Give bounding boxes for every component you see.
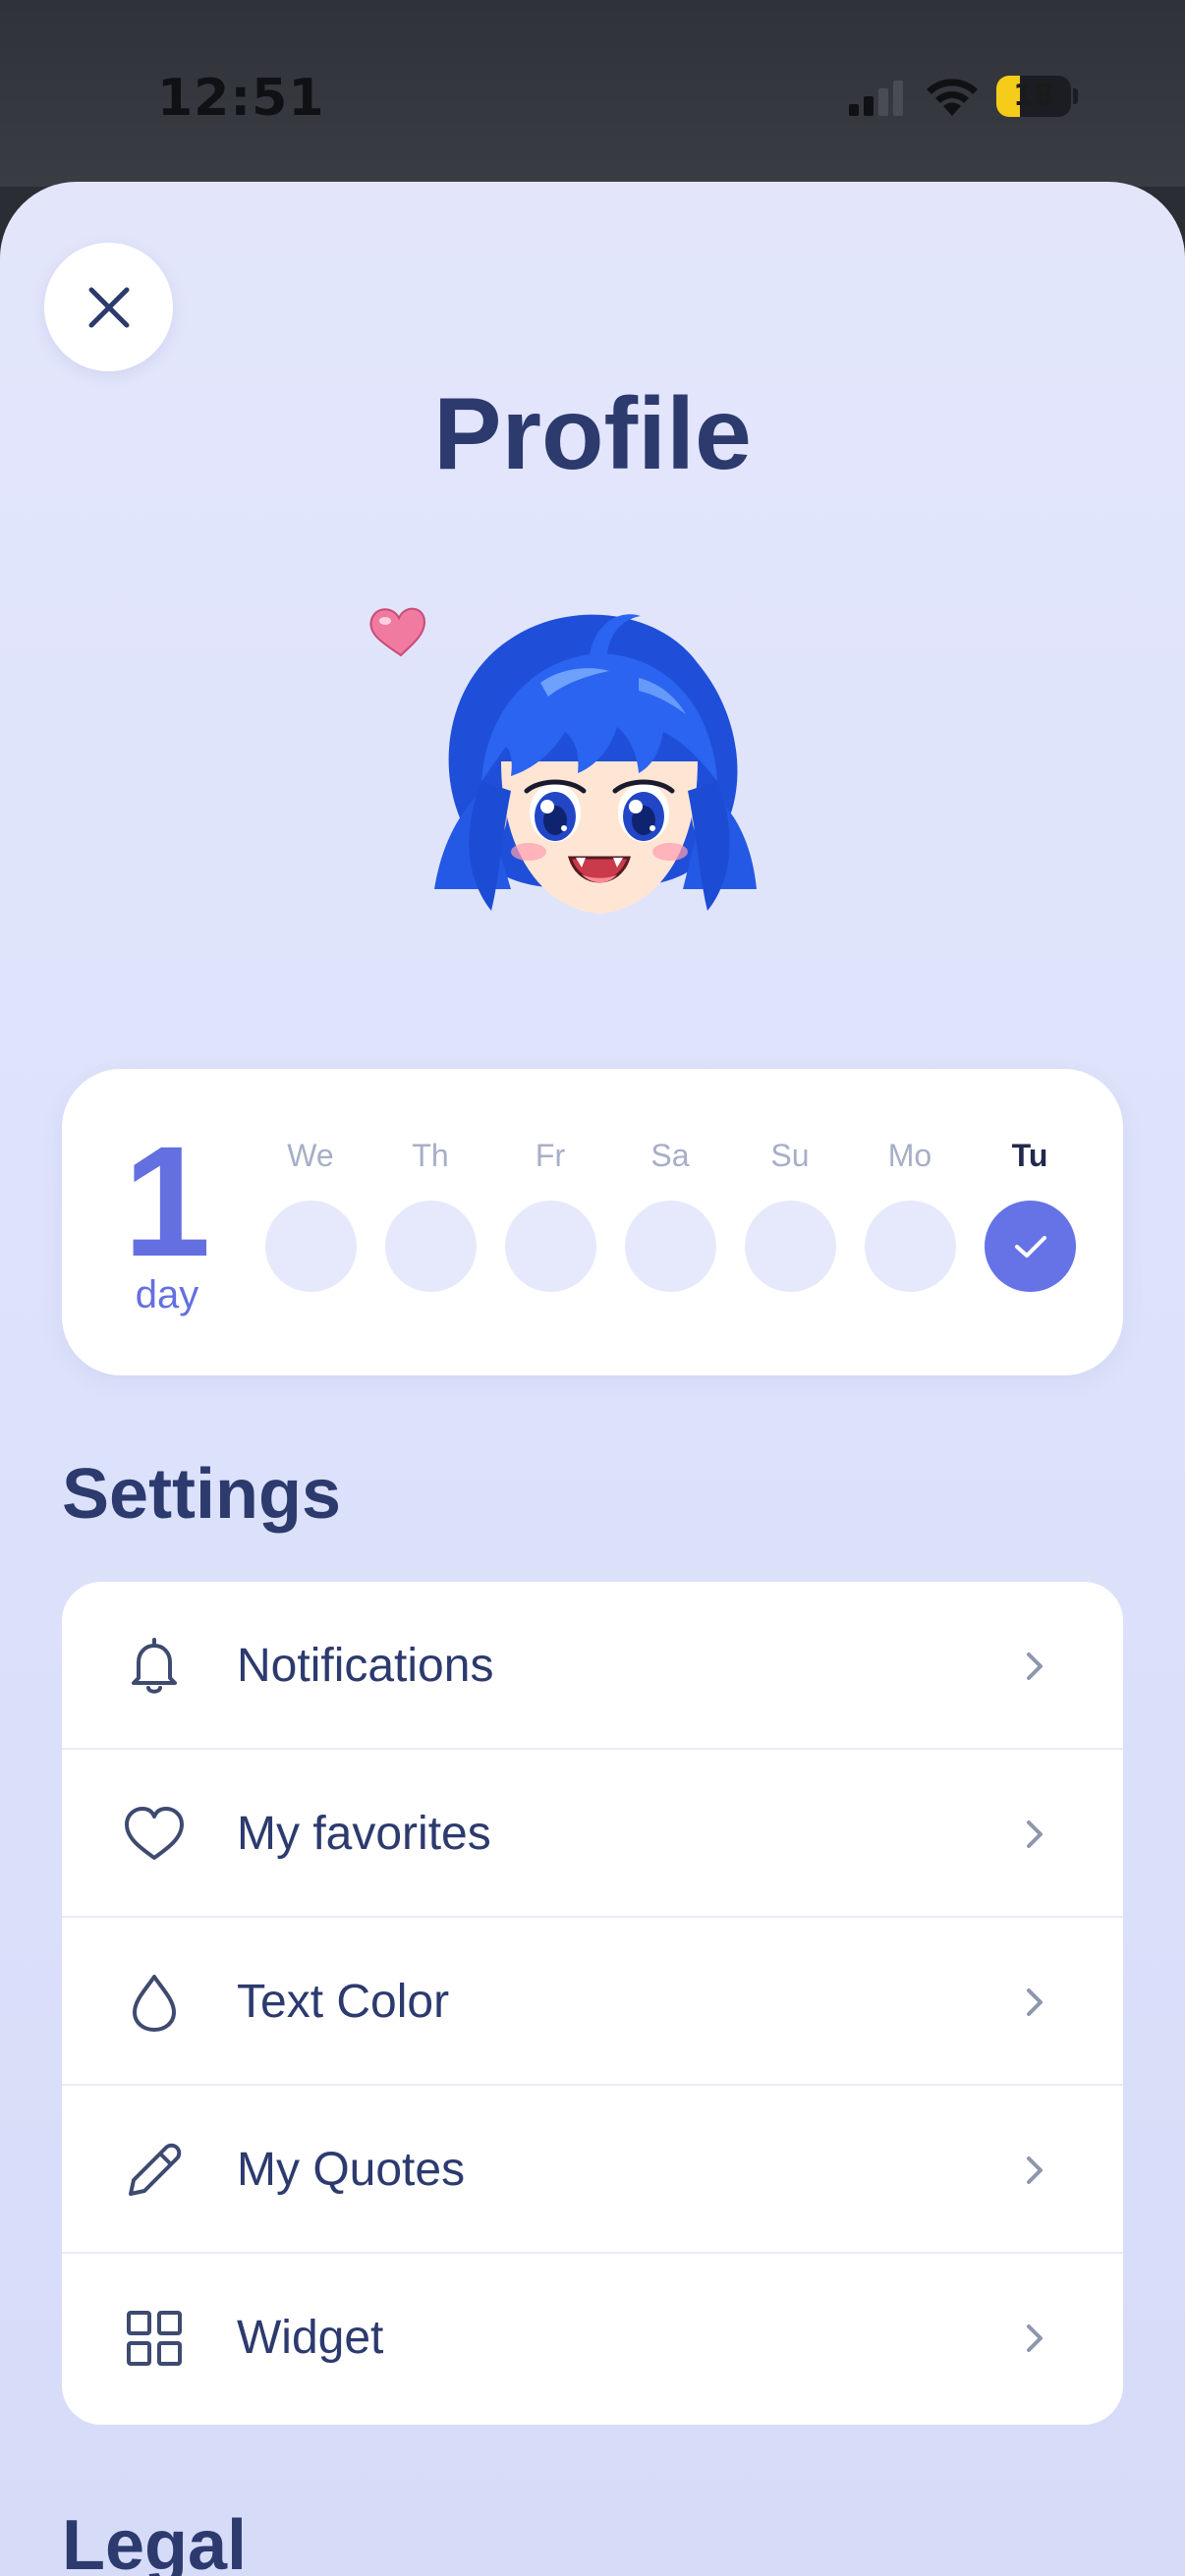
day-circle-completed bbox=[985, 1201, 1076, 1292]
settings-item-text-color[interactable]: Text Color bbox=[62, 1918, 1123, 2086]
chevron-right-icon bbox=[1027, 2156, 1043, 2184]
chevron-right-icon bbox=[1027, 1820, 1043, 1848]
settings-item-label: My Quotes bbox=[237, 2144, 466, 2196]
settings-item-widget[interactable]: Widget bbox=[62, 2254, 1123, 2422]
settings-item-notifications[interactable]: Notifications bbox=[62, 1582, 1123, 1750]
settings-item-label: Text Color bbox=[237, 1976, 450, 2028]
day-tu: Tu bbox=[970, 1138, 1090, 1305]
day-su: Su bbox=[730, 1138, 850, 1305]
status-bar: 12:51 18 bbox=[0, 0, 1185, 187]
cellular-signal-icon bbox=[849, 81, 903, 116]
settings-list: Notifications My favorites Text Color My… bbox=[62, 1582, 1123, 2425]
bell-icon bbox=[132, 1638, 177, 1694]
streak-unit: day bbox=[135, 1273, 199, 1316]
day-circle bbox=[625, 1201, 716, 1292]
pencil-icon bbox=[129, 2143, 182, 2196]
wifi-icon bbox=[927, 79, 978, 116]
settings-item-my-favorites[interactable]: My favorites bbox=[62, 1750, 1123, 1918]
status-time: 12:51 bbox=[157, 69, 325, 128]
day-we: We bbox=[251, 1138, 370, 1305]
legal-section-title: Legal bbox=[62, 2506, 248, 2576]
chevron-right-icon bbox=[1027, 2324, 1043, 2352]
settings-item-my-quotes[interactable]: My Quotes bbox=[62, 2086, 1123, 2254]
profile-sheet: Profile 1 day We Th Fr Sa Su Mo Tu Setti… bbox=[0, 182, 1185, 2576]
battery-level: 18 bbox=[1013, 79, 1054, 113]
streak-card: 1 day We Th Fr Sa Su Mo Tu bbox=[62, 1069, 1123, 1375]
day-label: We bbox=[287, 1138, 334, 1173]
day-label: Su bbox=[770, 1138, 810, 1173]
avatar[interactable] bbox=[364, 594, 816, 968]
day-circle bbox=[385, 1201, 477, 1292]
chevron-right-icon bbox=[1027, 1652, 1043, 1680]
droplet-icon bbox=[133, 1975, 176, 2032]
week-days-row: We Th Fr Sa Su Mo Tu bbox=[251, 1138, 1086, 1305]
settings-item-label: My favorites bbox=[237, 1808, 491, 1860]
day-label: Sa bbox=[650, 1138, 690, 1173]
close-button[interactable] bbox=[44, 243, 173, 371]
day-mo: Mo bbox=[850, 1138, 970, 1305]
day-circle bbox=[865, 1201, 956, 1292]
grid-icon bbox=[127, 2311, 182, 2366]
day-circle bbox=[505, 1201, 596, 1292]
streak-count: 1 bbox=[123, 1113, 211, 1289]
day-label: Th bbox=[412, 1138, 449, 1173]
day-circle bbox=[265, 1201, 357, 1292]
settings-item-label: Notifications bbox=[237, 1640, 494, 1692]
day-label: Tu bbox=[1011, 1138, 1048, 1173]
day-label: Mo bbox=[887, 1138, 932, 1173]
day-th: Th bbox=[370, 1138, 490, 1305]
page-title: Profile bbox=[433, 377, 752, 491]
chevron-right-icon bbox=[1027, 1988, 1043, 2016]
day-sa: Sa bbox=[610, 1138, 730, 1305]
checkmark-icon bbox=[1014, 1235, 1046, 1258]
close-icon bbox=[88, 287, 129, 327]
heart-icon bbox=[125, 1807, 184, 1860]
settings-item-label: Widget bbox=[237, 2312, 384, 2364]
day-circle bbox=[745, 1201, 836, 1292]
settings-section-title: Settings bbox=[62, 1455, 342, 1534]
day-label: Fr bbox=[535, 1138, 566, 1173]
battery-indicator: 18 bbox=[996, 76, 1078, 117]
day-fr: Fr bbox=[490, 1138, 610, 1305]
heart-icon bbox=[369, 607, 426, 657]
